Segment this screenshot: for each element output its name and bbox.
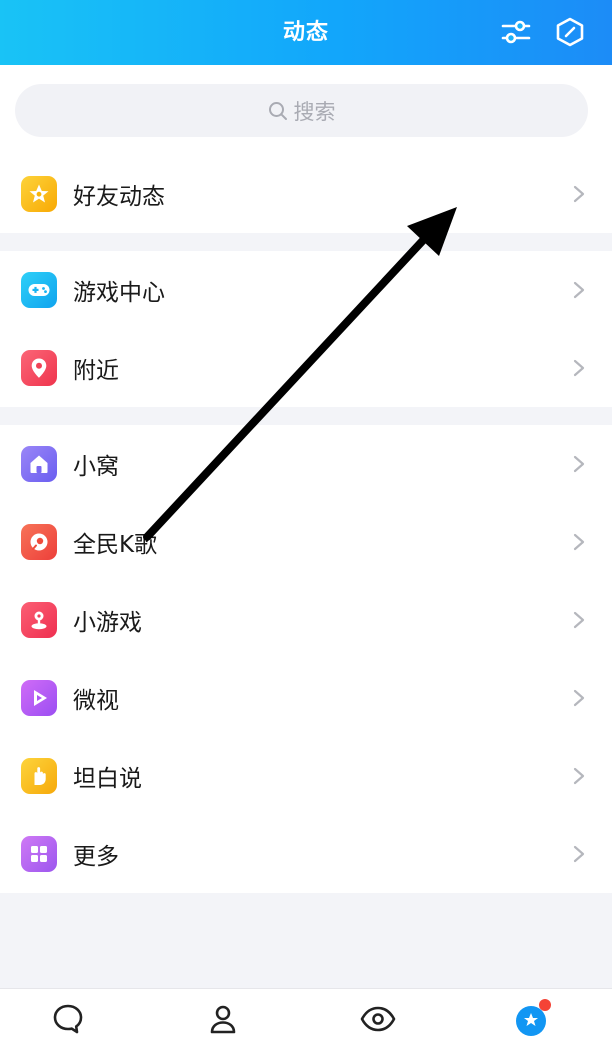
karaoke-icon — [21, 524, 57, 560]
menu-group-nearby: 游戏中心 附近 — [0, 251, 612, 407]
tab-dynamics[interactable] — [512, 999, 552, 1039]
menu-item-weishi[interactable]: 微视 — [0, 659, 612, 737]
hexagon-settings-button[interactable] — [552, 14, 588, 50]
menu-group-friends: 好友动态 — [0, 155, 612, 233]
menu-item-game-center[interactable]: 游戏中心 — [0, 251, 612, 329]
search-input[interactable]: 搜索 — [15, 84, 588, 137]
sliders-icon — [501, 20, 531, 44]
search-section: 搜索 — [0, 65, 612, 155]
menu-item-label: 游戏中心 — [73, 280, 165, 306]
person-icon — [210, 1005, 236, 1034]
star-icon — [21, 176, 57, 212]
chevron-right-icon — [573, 767, 585, 785]
chevron-right-icon — [573, 455, 585, 473]
menu-item-more[interactable]: 更多 — [0, 815, 612, 893]
top-bar: 动态 — [0, 0, 612, 65]
menu-item-label: 小游戏 — [73, 610, 142, 636]
chevron-right-icon — [573, 689, 585, 707]
menu-item-confession[interactable]: 坦白说 — [0, 737, 612, 815]
tab-watch[interactable] — [358, 999, 398, 1039]
home-icon — [21, 446, 57, 482]
menu-item-label: 好友动态 — [73, 184, 165, 210]
chat-bubble-icon — [53, 1004, 83, 1034]
menu-group-apps: 小窝 全民K歌 小游戏 微视 坦白说 更多 — [0, 425, 612, 893]
menu-item-mini-games[interactable]: 小游戏 — [0, 581, 612, 659]
tab-contacts[interactable] — [203, 999, 243, 1039]
menu-item-label: 全民K歌 — [73, 532, 158, 558]
search-placeholder: 搜索 — [293, 99, 336, 124]
eye-icon — [360, 1006, 396, 1032]
menu-item-label: 更多 — [73, 844, 119, 870]
menu-item-label: 微视 — [73, 688, 119, 714]
bottom-tab-bar — [0, 988, 612, 1043]
joystick-icon — [21, 602, 57, 638]
menu-item-label: 小窝 — [73, 454, 119, 480]
search-icon — [268, 101, 287, 120]
play-icon — [21, 680, 57, 716]
hexagon-icon — [556, 17, 584, 47]
hand-icon — [21, 758, 57, 794]
chevron-right-icon — [573, 281, 585, 299]
gamepad-icon — [21, 272, 57, 308]
menu-item-label: 坦白说 — [73, 766, 142, 792]
grid-icon — [21, 836, 57, 872]
menu-item-label: 附近 — [73, 358, 119, 384]
menu-item-karaoke[interactable]: 全民K歌 — [0, 503, 612, 581]
notification-badge — [539, 999, 551, 1011]
star-planet-icon — [516, 999, 551, 1036]
filter-settings-button[interactable] — [498, 14, 534, 50]
chevron-right-icon — [573, 185, 585, 203]
menu-item-small-nest[interactable]: 小窝 — [0, 425, 612, 503]
menu-item-friend-feed[interactable]: 好友动态 — [0, 155, 612, 233]
chevron-right-icon — [573, 845, 585, 863]
menu-item-nearby[interactable]: 附近 — [0, 329, 612, 407]
location-pin-icon — [21, 350, 57, 386]
chevron-right-icon — [573, 533, 585, 551]
chevron-right-icon — [573, 359, 585, 377]
chevron-right-icon — [573, 611, 585, 629]
tab-messages[interactable] — [48, 999, 88, 1039]
